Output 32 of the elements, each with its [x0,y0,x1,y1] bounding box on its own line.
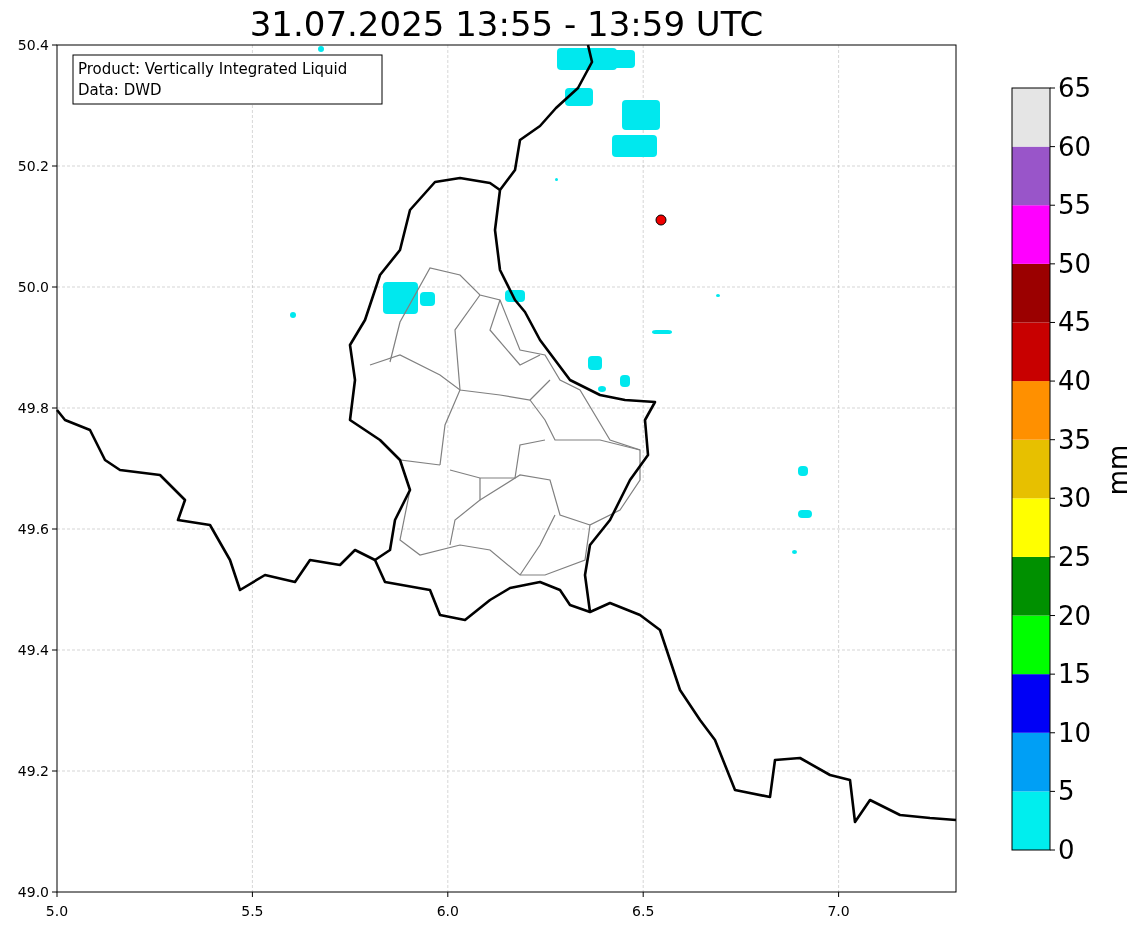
colorbar-tick-label: 0 [1058,835,1075,865]
y-tick-label: 50.2 [17,158,49,174]
x-tick-label: 5.5 [241,903,264,919]
station-marker [655,214,667,226]
info-text: Data: DWD [78,81,162,99]
colorbar-tick-label: 10 [1058,717,1092,748]
x-tick-label: 6.5 [632,903,655,919]
y-tick-label: 50.4 [17,37,49,53]
x-tick-label: 7.0 [827,903,850,919]
colorbar-tick-label: 20 [1058,600,1092,631]
colorbar-tick-label: 40 [1058,366,1092,397]
x-tick-label: 6.0 [436,903,459,919]
y-tick-label: 49.2 [17,763,49,779]
colorbar-tick-label: 35 [1058,424,1092,455]
y-tick-label: 50.0 [17,279,49,295]
y-tick-label: 49.8 [17,400,49,416]
colorbar-tick-label: 60 [1058,131,1092,162]
y-tick-label: 49.0 [17,884,49,900]
x-tick-label: 5.0 [45,903,69,919]
colorbar-tick-label: 50 [1058,248,1092,279]
colorbar-tick-label: 65 [1058,73,1092,103]
y-tick-label: 49.4 [17,642,49,658]
chart-title: 31.07.2025 13:55 - 13:59 UTC [249,4,764,44]
colorbar-tick-label: 45 [1058,307,1092,338]
colorbar-unit-label: mm [1103,444,1133,496]
info-text: Product: Vertically Integrated Liquid [78,60,348,78]
colorbar-tick-label: 5 [1058,776,1075,807]
y-tick-label: 49.6 [17,521,49,537]
colorbar-tick-label: 25 [1058,541,1092,572]
colorbar-tick-label: 15 [1058,659,1092,690]
colorbar-tick-label: 55 [1058,190,1092,221]
colorbar-tick-label: 30 [1058,483,1092,514]
